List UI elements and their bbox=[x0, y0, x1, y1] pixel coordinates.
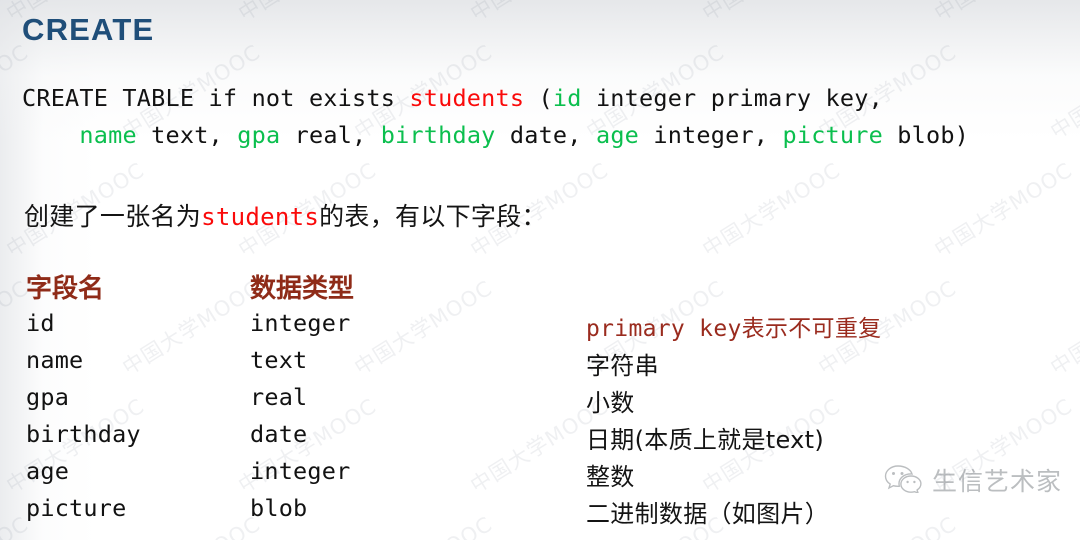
cell-data-type: integer bbox=[250, 309, 351, 337]
sql-column-name: id bbox=[552, 84, 582, 112]
watermark-text: 中国大学MOOC bbox=[1046, 39, 1080, 144]
cell-description: 日期(本质上就是text) bbox=[586, 426, 824, 454]
sql-column-name: age bbox=[595, 121, 640, 149]
watermark-text: 中国大学MOOC bbox=[930, 157, 1077, 262]
watermark-text: 中国大学MOOC bbox=[698, 157, 845, 262]
sql-keyword-text: blob) bbox=[882, 121, 970, 149]
sql-line: CREATE TABLE if not exists students (id … bbox=[22, 80, 969, 117]
page-title: CREATE bbox=[22, 12, 155, 47]
wechat-icon bbox=[883, 463, 923, 498]
cell-description: 字符串 bbox=[586, 352, 659, 380]
sql-keyword-text: date, bbox=[495, 121, 596, 149]
sql-code-block: CREATE TABLE if not exists students (id … bbox=[22, 80, 969, 154]
table-row: birthday date 日期(本质上就是text) bbox=[0, 420, 1080, 457]
wechat-account-name: 生信艺术家 bbox=[931, 467, 1062, 496]
slide-canvas: 中国大学MOOC 中国大学MOOC 中国大学MOOC 中国大学MOOC 中国大学MOOC… bbox=[0, 0, 1080, 540]
watermark-text: 中国大学MOOC bbox=[464, 0, 614, 28]
cell-data-type: integer bbox=[250, 457, 351, 485]
sql-table-name: students bbox=[409, 84, 525, 112]
cell-field-name: name bbox=[26, 346, 84, 374]
cell-field-name: birthday bbox=[26, 420, 141, 448]
sql-keyword-text: real, bbox=[280, 121, 381, 149]
sql-line: name text, gpa real, birthday date, age … bbox=[22, 117, 969, 154]
sql-keyword-text: integer primary key, bbox=[581, 84, 883, 112]
table-row: name text 字符串 bbox=[0, 346, 1080, 383]
sql-column-name: name bbox=[79, 121, 137, 149]
sql-keyword-text: CREATE TABLE if not exists bbox=[22, 84, 410, 112]
wechat-watermark: 生信艺术家 bbox=[883, 462, 1062, 498]
cell-data-type: text bbox=[250, 346, 308, 374]
cell-description: 小数 bbox=[586, 389, 635, 417]
watermark-text: 中国大学MOOC bbox=[232, 0, 382, 28]
cell-data-type: blob bbox=[250, 494, 308, 522]
header-field-name: 字段名 bbox=[26, 274, 105, 304]
sentence-prefix: 创建了一张名为 bbox=[24, 202, 202, 231]
cell-data-type: real bbox=[250, 383, 308, 411]
sql-column-name: gpa bbox=[237, 121, 281, 149]
cell-description: primary key表示不可重复 bbox=[586, 316, 882, 342]
cell-field-name: gpa bbox=[26, 383, 70, 411]
cell-data-type: date bbox=[250, 420, 308, 448]
sql-keyword-text: integer, bbox=[639, 121, 783, 149]
cell-field-name: id bbox=[26, 309, 55, 337]
table-row: picture blob 二进制数据（如图片） bbox=[0, 494, 1080, 531]
header-data-type: 数据类型 bbox=[250, 274, 355, 304]
watermark-text: 中国大学MOOC bbox=[696, 0, 846, 28]
table-row: gpa real 小数 bbox=[0, 383, 1080, 420]
cell-field-name: picture bbox=[26, 494, 127, 522]
watermark-text: 中国大学MOOC bbox=[928, 0, 1078, 28]
description-sentence: 创建了一张名为students的表，有以下字段： bbox=[24, 197, 547, 233]
sql-column-name: birthday bbox=[380, 121, 496, 149]
table-header-row: 字段名 数据类型 bbox=[0, 272, 1080, 309]
sql-keyword-text: ( bbox=[524, 84, 553, 112]
sentence-table-name: students bbox=[201, 203, 320, 231]
sql-column-name: picture bbox=[782, 121, 883, 149]
sentence-suffix: 的表，有以下字段： bbox=[319, 202, 547, 231]
table-row: id integer primary key表示不可重复 bbox=[0, 309, 1080, 346]
sql-keyword-text: text, bbox=[136, 121, 238, 149]
cell-description: 二进制数据（如图片） bbox=[586, 500, 829, 528]
cell-field-name: age bbox=[26, 457, 70, 485]
sql-keyword-text bbox=[22, 121, 79, 149]
cell-description: 整数 bbox=[586, 463, 635, 491]
